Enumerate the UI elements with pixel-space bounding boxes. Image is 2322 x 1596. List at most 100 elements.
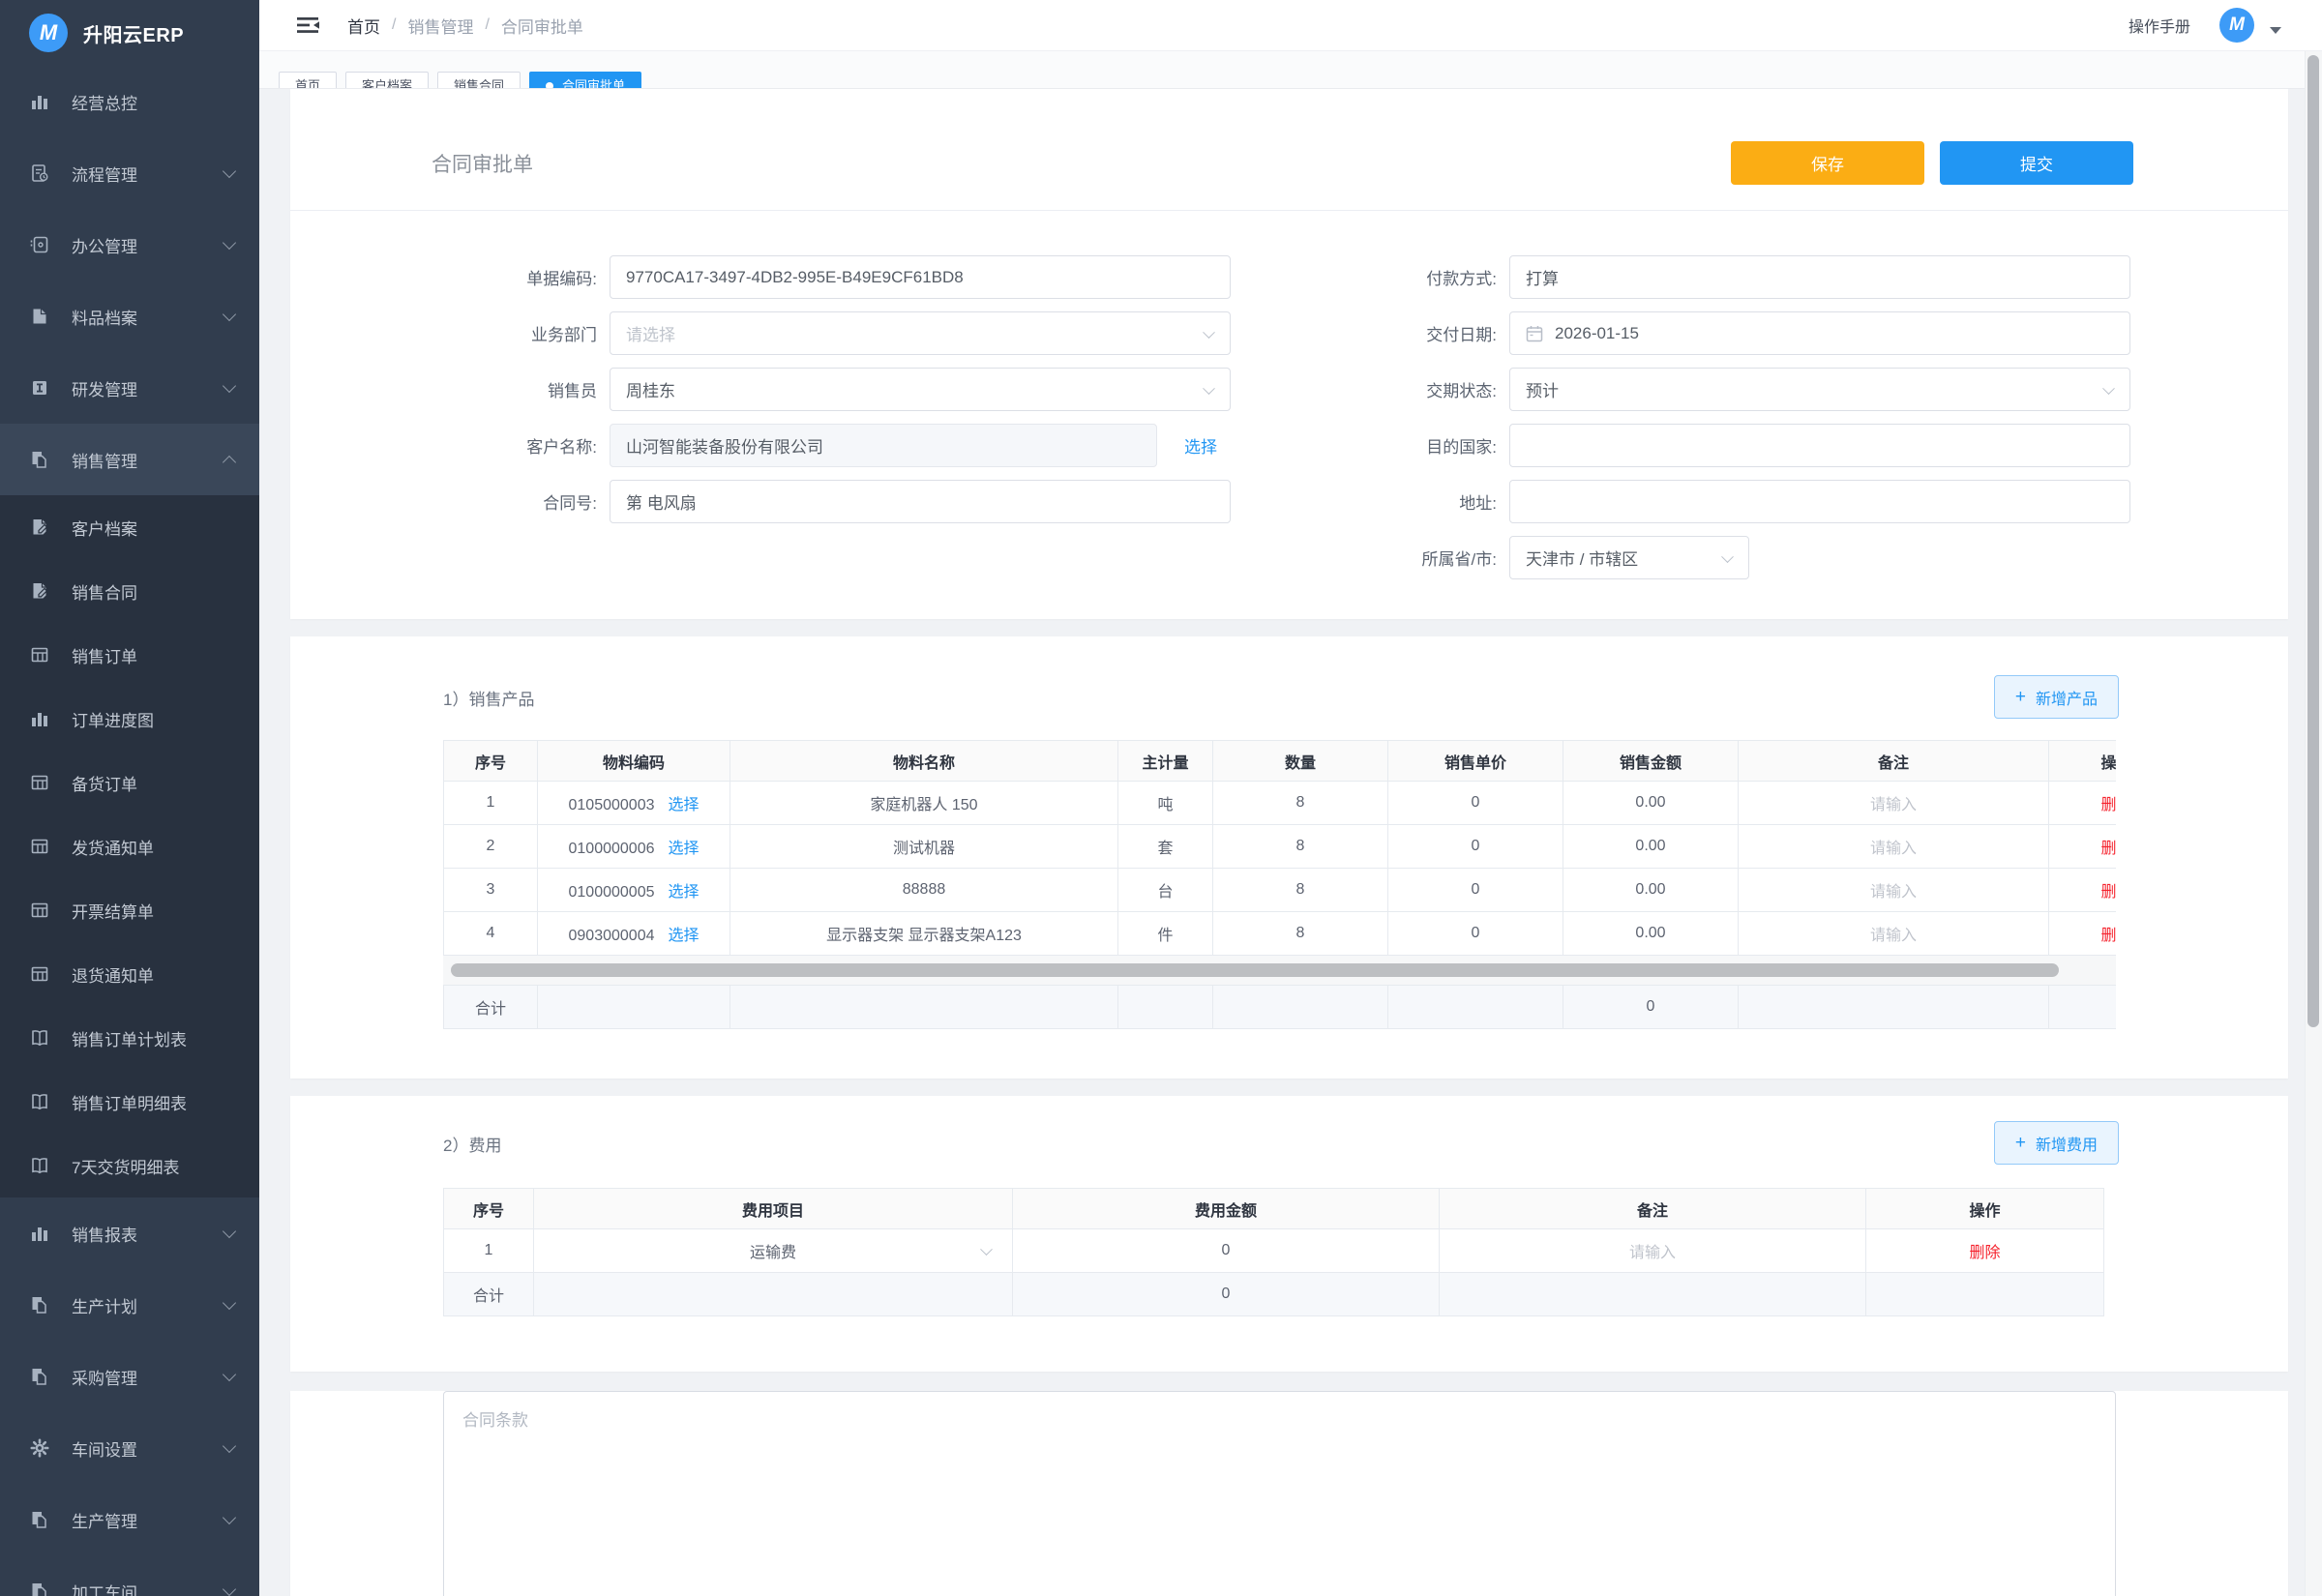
department-select[interactable]: 请选择	[610, 311, 1231, 355]
avatar[interactable]: M	[2219, 8, 2254, 43]
dest-country-input-value[interactable]	[1526, 436, 2114, 456]
customer-select-link[interactable]: 选择	[1184, 433, 1217, 458]
fee-item-select[interactable]: 运输费	[534, 1229, 1013, 1273]
horizontal-scrollbar-thumb[interactable]	[451, 963, 2059, 977]
sidebar-item[interactable]: 采购管理	[0, 1341, 259, 1412]
qty-cell[interactable]: 8	[1213, 782, 1388, 825]
doc-code-input[interactable]	[610, 255, 1231, 299]
sidebar-item[interactable]: 发货通知单	[0, 814, 259, 878]
amount-cell[interactable]: 0.00	[1563, 825, 1739, 869]
vertical-scrollbar-thumb[interactable]	[2307, 55, 2319, 1027]
horizontal-scrollbar[interactable]	[443, 956, 2116, 985]
sidebar-item-label: 生产管理	[72, 1508, 224, 1532]
sidebar-item[interactable]: 生产管理	[0, 1484, 259, 1555]
tab-item[interactable]: 首页	[279, 72, 337, 89]
qty-cell[interactable]: 8	[1213, 869, 1388, 912]
material-name-cell[interactable]: 家庭机器人 150	[730, 782, 1118, 825]
tab-active[interactable]: 合同审批单	[529, 72, 641, 89]
select-link[interactable]: 选择	[668, 797, 699, 813]
remark-placeholder: 请输入	[1870, 928, 1917, 944]
sidebar-item[interactable]: 退货通知单	[0, 942, 259, 1006]
select-link[interactable]: 选择	[668, 884, 699, 901]
sidebar-item[interactable]: 加工车间	[0, 1555, 259, 1596]
sidebar-item[interactable]: 客户档案	[0, 495, 259, 559]
sidebar-item[interactable]: 研发管理	[0, 352, 259, 424]
delete-link[interactable]: 删除	[2100, 841, 2116, 857]
sidebar-item[interactable]: 开票结算单	[0, 878, 259, 942]
sidebar-item[interactable]: 销售订单明细表	[0, 1070, 259, 1134]
contract-terms-textarea[interactable]	[443, 1391, 2116, 1596]
sidebar-item[interactable]: 7天交货明细表	[0, 1134, 259, 1197]
sidebar-item[interactable]: 销售报表	[0, 1197, 259, 1269]
delivery-date-input[interactable]: 2026-01-15	[1509, 311, 2130, 355]
remark-cell[interactable]: 请输入	[1440, 1229, 1866, 1273]
chevron-down-icon	[223, 1224, 236, 1237]
contract-no-input-value[interactable]	[626, 492, 1214, 512]
payment-input[interactable]	[1509, 255, 2130, 299]
tab-item[interactable]: 客户档案	[345, 72, 429, 89]
sidebar-item[interactable]: 订单进度图	[0, 687, 259, 751]
sidebar-item[interactable]: 销售订单	[0, 623, 259, 687]
province-select[interactable]: 天津市 / 市辖区	[1509, 536, 1749, 579]
save-button[interactable]: 保存	[1731, 141, 1924, 185]
price-cell[interactable]: 0	[1388, 825, 1563, 869]
collapse-sidebar-icon[interactable]	[296, 15, 320, 36]
add-fee-button[interactable]: + 新增费用	[1994, 1121, 2119, 1165]
select-link[interactable]: 选择	[668, 841, 699, 857]
address-input-value[interactable]	[1526, 492, 2114, 512]
material-name-cell[interactable]: 88888	[730, 869, 1118, 912]
sidebar-item[interactable]: 经营总控	[0, 66, 259, 137]
remark-cell[interactable]: 请输入	[1739, 825, 2049, 869]
vertical-scrollbar[interactable]	[2305, 51, 2322, 1596]
sidebar-item[interactable]: 备货订单	[0, 751, 259, 814]
delete-link[interactable]: 删除	[2100, 928, 2116, 944]
qty-cell[interactable]: 8	[1213, 825, 1388, 869]
sidebar-item[interactable]: 车间设置	[0, 1412, 259, 1484]
chevron-down-icon[interactable]	[2270, 27, 2281, 34]
products-section-title: 1）销售产品	[443, 686, 534, 719]
sidebar-item[interactable]: 料品档案	[0, 281, 259, 352]
fee-amount-cell[interactable]: 0	[1013, 1229, 1440, 1273]
add-product-button[interactable]: + 新增产品	[1994, 675, 2119, 719]
delete-link[interactable]: 删除	[2100, 884, 2116, 901]
address-input[interactable]	[1509, 480, 2130, 523]
price-cell[interactable]: 0	[1388, 782, 1563, 825]
remark-cell[interactable]: 请输入	[1739, 782, 2049, 825]
salesman-select[interactable]: 周桂东	[610, 368, 1231, 411]
amount-cell[interactable]: 0.00	[1563, 869, 1739, 912]
sidebar-item[interactable]: 销售合同	[0, 559, 259, 623]
payment-input-value[interactable]	[1526, 268, 2114, 287]
unit-cell[interactable]: 台	[1118, 869, 1213, 912]
sidebar-item[interactable]: 流程管理	[0, 137, 259, 209]
column-header: 物料编码	[538, 741, 730, 782]
tab-item[interactable]: 销售合同	[437, 72, 521, 89]
remark-cell[interactable]: 请输入	[1739, 912, 2049, 956]
price-cell[interactable]: 0	[1388, 912, 1563, 956]
sidebar-item[interactable]: 销售管理	[0, 424, 259, 495]
remark-cell[interactable]: 请输入	[1739, 869, 2049, 912]
unit-cell[interactable]: 吨	[1118, 782, 1213, 825]
delete-link[interactable]: 删除	[1969, 1245, 2000, 1261]
delete-link[interactable]: 删除	[2100, 797, 2116, 813]
breadcrumb-home[interactable]: 首页	[347, 14, 380, 38]
doc-code-input-value[interactable]	[626, 268, 1214, 287]
select-link[interactable]: 选择	[668, 928, 699, 944]
price-cell[interactable]: 0	[1388, 869, 1563, 912]
sidebar-item-label: 车间设置	[72, 1436, 224, 1461]
submit-button[interactable]: 提交	[1940, 141, 2133, 185]
sidebar-item[interactable]: 办公管理	[0, 209, 259, 281]
material-name-cell[interactable]: 测试机器	[730, 825, 1118, 869]
amount-cell[interactable]: 0.00	[1563, 782, 1739, 825]
unit-cell[interactable]: 件	[1118, 912, 1213, 956]
material-name-cell[interactable]: 显示器支架 显示器支架A123	[730, 912, 1118, 956]
amount-cell[interactable]: 0.00	[1563, 912, 1739, 956]
manual-link[interactable]: 操作手册	[2128, 14, 2190, 37]
contract-no-input[interactable]	[610, 480, 1231, 523]
delivery-status-select[interactable]: 预计	[1509, 368, 2130, 411]
unit-cell[interactable]: 套	[1118, 825, 1213, 869]
dest-country-input[interactable]	[1509, 424, 2130, 467]
fees-section-title: 2）费用	[443, 1132, 501, 1165]
sidebar-item[interactable]: 生产计划	[0, 1269, 259, 1341]
qty-cell[interactable]: 8	[1213, 912, 1388, 956]
sidebar-item[interactable]: 销售订单计划表	[0, 1006, 259, 1070]
